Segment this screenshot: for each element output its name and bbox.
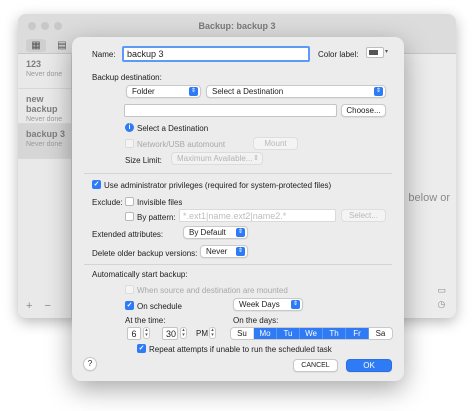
extended-attributes-value: By Default	[189, 228, 226, 237]
backup-destination-label: Backup destination:	[92, 73, 162, 82]
on-days-label: On the days:	[233, 316, 279, 325]
day-mo[interactable]: Mo	[254, 328, 277, 339]
choose-button[interactable]: Choose...	[341, 104, 386, 117]
name-label: Name:	[92, 50, 116, 59]
size-limit-popup[interactable]: Maximum Available... ⇕	[171, 152, 263, 165]
hour-field[interactable]: 6	[127, 327, 141, 340]
remove-task-button[interactable]: −	[44, 300, 50, 312]
invisible-files-checkbox[interactable]	[125, 197, 134, 206]
day-th[interactable]: Th	[323, 328, 346, 339]
task-status: Never done	[26, 71, 63, 78]
admin-privileges-label: Use administrator privileges (required f…	[104, 181, 332, 190]
list-icon[interactable]: ▤	[52, 39, 72, 52]
auto-backup-label: Automatically start backup:	[92, 270, 188, 279]
delete-older-value: Never	[206, 247, 228, 256]
task-status: Never done	[26, 116, 63, 123]
add-task-button[interactable]: +	[26, 300, 32, 312]
day-we[interactable]: We	[300, 328, 323, 339]
task-status: Never done	[26, 141, 63, 148]
name-input[interactable]: backup 3	[122, 46, 310, 62]
size-limit-value: Maximum Available...	[177, 154, 253, 163]
popup-arrows-icon: ⇕	[291, 300, 300, 309]
task-item[interactable]: 123 Never done	[18, 54, 71, 89]
ampm-value[interactable]: PM	[196, 329, 208, 338]
schedule-value: Week Days	[239, 300, 280, 309]
task-item-selected[interactable]: backup 3 Never done	[18, 124, 71, 159]
day-fr[interactable]: Fr	[346, 328, 369, 339]
destination-type-value: Folder	[132, 87, 155, 96]
extended-attributes-label: Extended attributes:	[92, 230, 164, 239]
destination-select-popup[interactable]: Select a Destination ⇕	[206, 85, 386, 98]
admin-privileges-checkbox[interactable]: ✓	[92, 180, 101, 189]
separator	[84, 264, 392, 265]
days-segmented-control: Su Mo Tu We Th Fr Sa	[230, 327, 393, 340]
document-icon[interactable]: ▭	[437, 285, 446, 296]
help-button[interactable]: ?	[83, 357, 97, 371]
separator	[84, 173, 392, 174]
minute-field[interactable]: 30	[162, 327, 178, 340]
sidebar-toggle-icon[interactable]: ▦	[26, 39, 46, 52]
background-window-title: Backup: backup 3	[198, 21, 276, 31]
backup-settings-sheet: Name: backup 3 Color label: ▾ Backup des…	[72, 37, 404, 381]
schedule-popup[interactable]: Week Days ⇕	[233, 298, 303, 311]
destination-info-text: Select a Destination	[137, 124, 209, 133]
chevron-down-icon[interactable]: ▾	[385, 48, 388, 55]
delete-older-label: Delete older backup versions:	[92, 249, 198, 258]
extended-attributes-popup[interactable]: By Default ⇕	[183, 226, 248, 239]
by-pattern-label: By pattern:	[137, 213, 176, 222]
cancel-button[interactable]: CANCEL	[293, 359, 338, 372]
size-limit-label: Size Limit:	[125, 156, 162, 165]
destination-select-value: Select a Destination	[212, 87, 284, 96]
destination-type-popup[interactable]: Folder ⇕	[126, 85, 201, 98]
pattern-input[interactable]: *.ext1|name.ext2|name2.*	[179, 209, 336, 222]
hour-stepper[interactable]: ▴ ▾	[143, 327, 150, 339]
background-hint-text: below or	[408, 192, 450, 204]
exclude-label: Exclude:	[92, 198, 123, 207]
on-schedule-checkbox[interactable]: ✓	[125, 301, 134, 310]
delete-older-popup[interactable]: Never ⇕	[200, 245, 248, 258]
ok-button[interactable]: OK	[346, 359, 392, 372]
on-schedule-label: On schedule	[137, 302, 182, 311]
day-tu[interactable]: Tu	[277, 328, 300, 339]
select-pattern-button[interactable]: Select...	[341, 209, 386, 222]
task-name: 123	[26, 59, 42, 69]
popup-arrows-icon: ⇕	[253, 155, 259, 162]
mount-button[interactable]: Mount	[253, 137, 298, 150]
at-time-label: At the time:	[125, 316, 166, 325]
when-mounted-label: When source and destination are mounted	[137, 286, 288, 295]
clock-icon[interactable]: ◷	[437, 299, 446, 310]
popup-arrows-icon: ⇕	[189, 87, 198, 96]
color-label-picker[interactable]	[366, 47, 384, 58]
by-pattern-checkbox[interactable]	[125, 212, 134, 221]
repeat-attempts-label: Repeat attempts if unable to run the sch…	[149, 345, 332, 354]
popup-arrows-icon: ⇕	[236, 247, 245, 256]
popup-arrows-icon: ⇕	[236, 228, 245, 237]
when-mounted-checkbox[interactable]	[125, 285, 134, 294]
color-label-label: Color label:	[318, 50, 359, 59]
network-automount-label: Network/USB automount	[137, 140, 226, 149]
task-item[interactable]: new backup Never done	[18, 89, 71, 124]
info-icon: i	[125, 123, 134, 132]
day-sa[interactable]: Sa	[369, 328, 392, 339]
invisible-files-label: Invisible files	[137, 198, 183, 207]
repeat-attempts-checkbox[interactable]: ✓	[137, 344, 146, 353]
task-sidebar: 123 Never done new backup Never done bac…	[18, 54, 72, 318]
popup-arrows-icon: ⇕	[374, 87, 383, 96]
day-su[interactable]: Su	[231, 328, 254, 339]
background-titlebar: Backup: backup 3	[18, 14, 456, 38]
destination-path-field[interactable]	[124, 104, 337, 117]
minute-stepper[interactable]: ▴ ▾	[180, 327, 187, 339]
task-name: new backup	[26, 94, 58, 114]
task-name: backup 3	[26, 129, 66, 139]
network-automount-checkbox[interactable]	[125, 139, 134, 148]
ampm-stepper[interactable]: ▴ ▾	[209, 327, 216, 339]
